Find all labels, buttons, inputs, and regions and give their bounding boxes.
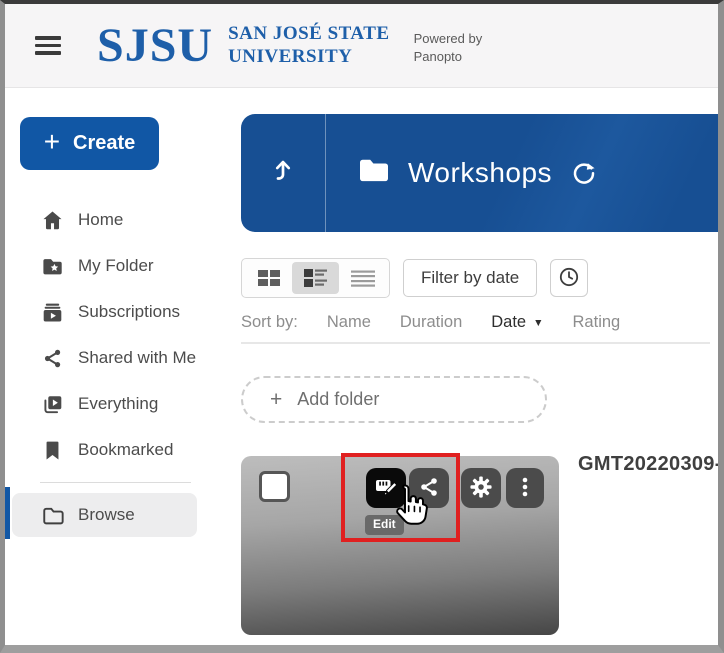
sort-option-name[interactable]: Name — [327, 313, 371, 332]
up-level-icon — [268, 155, 298, 192]
sort-bar: Sort by: Name Duration Date ▼ Rating — [241, 313, 718, 332]
app-window: SJSU SAN JOSÉ STATE UNIVERSITY Powered b… — [0, 0, 724, 653]
add-folder-label: Add folder — [297, 389, 379, 410]
bookmark-icon — [40, 438, 64, 462]
folder-title: Workshops — [408, 157, 552, 189]
sidebar-item-label: Browse — [78, 505, 135, 525]
sidebar-item-label: Bookmarked — [78, 440, 173, 460]
details-view-button[interactable] — [339, 262, 386, 294]
caret-down-icon: ▼ — [533, 317, 543, 329]
sidebar-item-label: Subscriptions — [78, 302, 180, 322]
filter-by-date-button[interactable]: Filter by date — [403, 259, 537, 297]
sidebar-item-browse[interactable]: Browse — [5, 492, 241, 538]
create-button-label: Create — [73, 132, 135, 155]
view-mode-group — [241, 258, 390, 298]
video-thumbnail[interactable]: Edit — [241, 456, 559, 635]
sidebar-item-label: Home — [78, 210, 123, 230]
folder-header-bar: Workshops — [241, 114, 718, 232]
video-select-checkbox[interactable] — [259, 471, 290, 502]
sort-by-label: Sort by: — [241, 313, 298, 332]
hamburger-menu-icon[interactable] — [35, 36, 61, 54]
sidebar-nav: Home My Folder Subscriptions — [5, 197, 241, 473]
sidebar-item-my-folder[interactable]: My Folder — [5, 243, 241, 289]
refresh-icon[interactable] — [571, 160, 597, 186]
powered-by-text: Powered by Panopto — [414, 26, 483, 65]
home-icon — [40, 208, 64, 232]
edit-tooltip: Edit — [365, 515, 404, 535]
gear-icon — [468, 474, 494, 503]
thumbnail-list-view-button[interactable] — [292, 262, 339, 294]
share-icon — [417, 475, 441, 502]
content-divider — [241, 342, 710, 344]
plus-icon: + — [44, 128, 60, 156]
sort-option-date[interactable]: Date ▼ — [491, 313, 543, 332]
folder-outline-icon — [40, 503, 64, 527]
share-button[interactable] — [409, 468, 449, 508]
share-nodes-icon — [40, 346, 64, 370]
sidebar-item-shared-with-me[interactable]: Shared with Me — [5, 335, 241, 381]
sidebar: + Create Home My Folder — [5, 88, 241, 645]
sidebar-item-label: Shared with Me — [78, 348, 196, 368]
create-button[interactable]: + Create — [20, 117, 159, 170]
sjsu-logo: SJSU — [97, 22, 213, 70]
scheduled-recordings-button[interactable] — [550, 259, 588, 297]
video-title: GMT20220309- — [578, 453, 718, 476]
university-wordmark: SAN JOSÉ STATE UNIVERSITY — [228, 23, 390, 69]
sort-option-duration[interactable]: Duration — [400, 313, 462, 332]
sidebar-item-bookmarked[interactable]: Bookmarked — [5, 427, 241, 473]
clock-icon — [557, 265, 581, 292]
wordmark-line1: SAN JOSÉ STATE — [228, 23, 390, 46]
video-stack-icon — [40, 392, 64, 416]
add-folder-button[interactable]: + Add folder — [241, 376, 547, 423]
sidebar-item-subscriptions[interactable]: Subscriptions — [5, 289, 241, 335]
sidebar-item-label: My Folder — [78, 256, 154, 276]
settings-button[interactable] — [461, 468, 501, 508]
wordmark-line2: UNIVERSITY — [228, 46, 390, 69]
sidebar-item-home[interactable]: Home — [5, 197, 241, 243]
view-toolbar: Filter by date — [241, 258, 718, 298]
video-card: Edit GMT20220309- — [241, 456, 718, 635]
sidebar-divider — [40, 482, 191, 483]
subscriptions-icon — [40, 300, 64, 324]
folder-star-icon — [40, 254, 64, 278]
more-options-button[interactable] — [506, 468, 544, 508]
folder-icon — [358, 157, 391, 189]
sort-option-rating[interactable]: Rating — [573, 313, 621, 332]
edit-icon — [373, 474, 399, 503]
kebab-menu-icon — [514, 475, 536, 502]
sidebar-item-everything[interactable]: Everything — [5, 381, 241, 427]
app-header: SJSU SAN JOSÉ STATE UNIVERSITY Powered b… — [5, 4, 718, 88]
sidebar-item-label: Everything — [78, 394, 158, 414]
plus-icon: + — [270, 388, 282, 412]
up-one-level-button[interactable] — [241, 114, 325, 232]
main-content: Workshops — [241, 88, 718, 645]
grid-view-button[interactable] — [245, 262, 292, 294]
edit-button[interactable] — [366, 468, 406, 508]
